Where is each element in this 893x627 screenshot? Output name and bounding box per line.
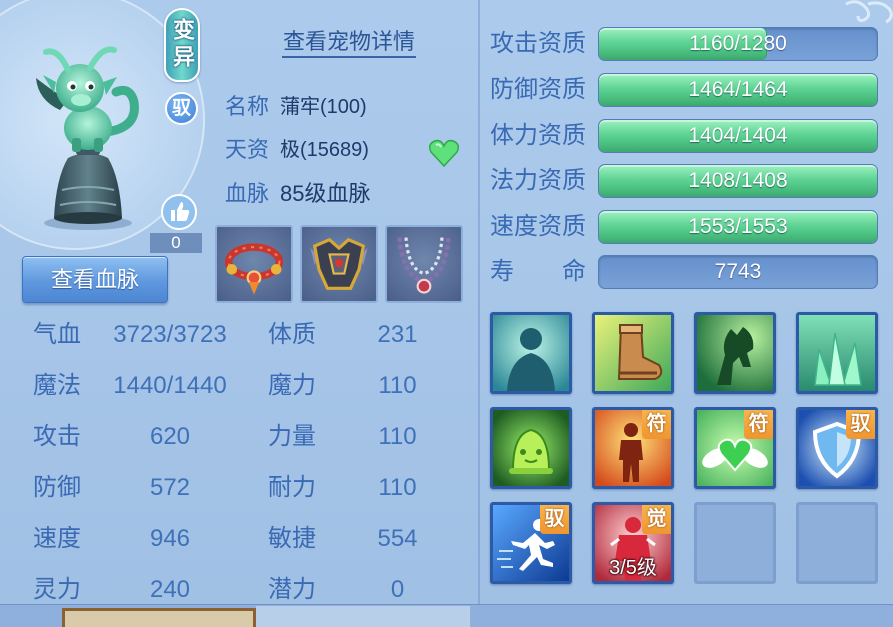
aptitude-label-attack: 攻击资质 xyxy=(490,30,586,57)
attr-value-agility: 554 xyxy=(377,525,418,552)
attr-value-endurance: 110 xyxy=(378,474,417,501)
mutation-badge: 变异 xyxy=(164,8,200,82)
necklace-icon xyxy=(397,237,451,294)
skill-badge: 驭 xyxy=(846,410,875,439)
skill-slot-4[interactable] xyxy=(796,312,878,394)
stat-value-spirit: 240 xyxy=(149,576,191,603)
bloodline-label: 血脉 xyxy=(225,181,270,206)
attr-label-magic: 魔力 xyxy=(268,372,316,399)
ride-badge[interactable]: 驭 xyxy=(165,92,198,125)
view-pet-details-link[interactable]: 查看宠物详情 xyxy=(282,28,417,58)
aptitude-bar-speed: 1553/1553 xyxy=(598,210,878,244)
skill-slot-2[interactable] xyxy=(592,312,674,394)
pet-portrait-icon[interactable] xyxy=(10,40,160,230)
aptitude-bar-text: 1553/1553 xyxy=(688,215,788,238)
bracelet-icon xyxy=(224,243,284,295)
view-bloodline-button[interactable]: 查看血脉 xyxy=(22,256,168,303)
bloodline-value: 85级血脉 xyxy=(280,181,371,206)
green-heart-icon[interactable] xyxy=(428,139,460,167)
skill-slot-7[interactable]: 符 xyxy=(694,407,776,489)
stat-value-hp: 3723/3723 xyxy=(113,321,227,348)
attr-label-agility: 敏捷 xyxy=(268,525,316,552)
equipment-slot-1[interactable] xyxy=(215,225,293,303)
attr-value-constitution: 231 xyxy=(377,321,418,348)
stat-label-mp: 魔法 xyxy=(33,372,81,399)
aptitude-bar-defense: 1464/1464 xyxy=(598,73,878,107)
aptitude-bar-text: 1408/1408 xyxy=(688,169,788,192)
stat-value-mp: 1440/1440 xyxy=(113,372,227,399)
skill-level: 3/5级 xyxy=(609,557,657,579)
aptitude-bar-text: 1464/1464 xyxy=(688,78,788,101)
cloud-ornament-icon xyxy=(845,0,893,24)
skill-badge: 符 xyxy=(744,410,773,439)
aptitude-label-defense: 防御资质 xyxy=(490,76,586,103)
stat-label-attack: 攻击 xyxy=(33,423,81,450)
stat-label-spirit: 灵力 xyxy=(33,576,81,603)
equipment-slot-2[interactable] xyxy=(300,225,378,303)
skill-slot-1[interactable] xyxy=(490,312,572,394)
spirit-silhouette-icon xyxy=(493,315,569,391)
stat-label-hp: 气血 xyxy=(33,321,81,348)
boot-icon xyxy=(595,315,671,391)
skill-slot-11-empty[interactable] xyxy=(694,502,776,584)
skill-slot-6[interactable]: 符 xyxy=(592,407,674,489)
aptitude-value: 极(15689) xyxy=(280,139,369,161)
aptitude-bar-stamina: 1404/1404 xyxy=(598,119,878,153)
like-button[interactable] xyxy=(160,193,198,231)
skill-slot-3[interactable] xyxy=(694,312,776,394)
green-horse-icon xyxy=(697,315,773,391)
aptitude-label-stamina: 体力资质 xyxy=(490,122,586,149)
skill-badge: 驭 xyxy=(540,505,569,534)
skill-slot-10[interactable]: 觉 3/5级 xyxy=(592,502,674,584)
aptitude-label-magic: 法力资质 xyxy=(490,167,586,194)
skill-slot-12-empty[interactable] xyxy=(796,502,878,584)
aptitude-label-speed: 速度资质 xyxy=(490,213,586,240)
stat-value-defense: 572 xyxy=(149,474,191,501)
attr-label-strength: 力量 xyxy=(268,423,316,450)
background-panel-fragment xyxy=(256,606,470,627)
attr-label-constitution: 体质 xyxy=(268,321,316,348)
attr-label-potential: 潜力 xyxy=(268,576,316,603)
aptitude-bar-text: 1160/1280 xyxy=(689,32,787,55)
skill-slot-9[interactable]: 驭 xyxy=(490,502,572,584)
attr-label-endurance: 耐力 xyxy=(268,474,316,501)
lifespan-value: 7743 xyxy=(714,260,762,283)
bell-icon xyxy=(493,410,569,486)
name-value: 蒲牢(100) xyxy=(280,96,367,118)
skill-badge: 觉 xyxy=(642,505,671,534)
skill-slot-5[interactable] xyxy=(490,407,572,489)
skill-grid: 符 符 驭 驭 觉 3/5级 xyxy=(490,312,878,584)
attr-value-potential: 0 xyxy=(390,576,405,603)
stat-value-attack: 620 xyxy=(149,423,191,450)
armor-icon xyxy=(310,237,368,290)
pet-detail-panel: 变异 驭 0 查看宠物详情 名称 蒲牢(100) 天资 极(15689) 血脉 … xyxy=(0,0,893,627)
name-label: 名称 xyxy=(225,94,270,119)
aptitude-bar-magic: 1408/1408 xyxy=(598,164,878,198)
equipment-slot-3[interactable] xyxy=(385,225,463,303)
attr-value-magic: 110 xyxy=(378,372,417,399)
stat-value-speed: 946 xyxy=(149,525,191,552)
aptitude-label: 天资 xyxy=(225,137,270,162)
stat-label-speed: 速度 xyxy=(33,525,81,552)
aptitude-bar-attack: 1160/1280 xyxy=(598,27,878,61)
background-frame-fragment xyxy=(62,608,256,627)
stat-label-defense: 防御 xyxy=(33,474,81,501)
like-count: 0 xyxy=(150,233,202,253)
skill-slot-8[interactable]: 驭 xyxy=(796,407,878,489)
aptitude-bar-text: 1404/1404 xyxy=(688,124,788,147)
lifespan-bar: 7743 xyxy=(598,255,878,289)
thumbs-up-icon xyxy=(161,194,197,230)
crystal-icon xyxy=(799,315,875,391)
attr-value-strength: 110 xyxy=(378,423,417,450)
skill-badge: 符 xyxy=(642,410,671,439)
panel-divider xyxy=(478,0,480,604)
